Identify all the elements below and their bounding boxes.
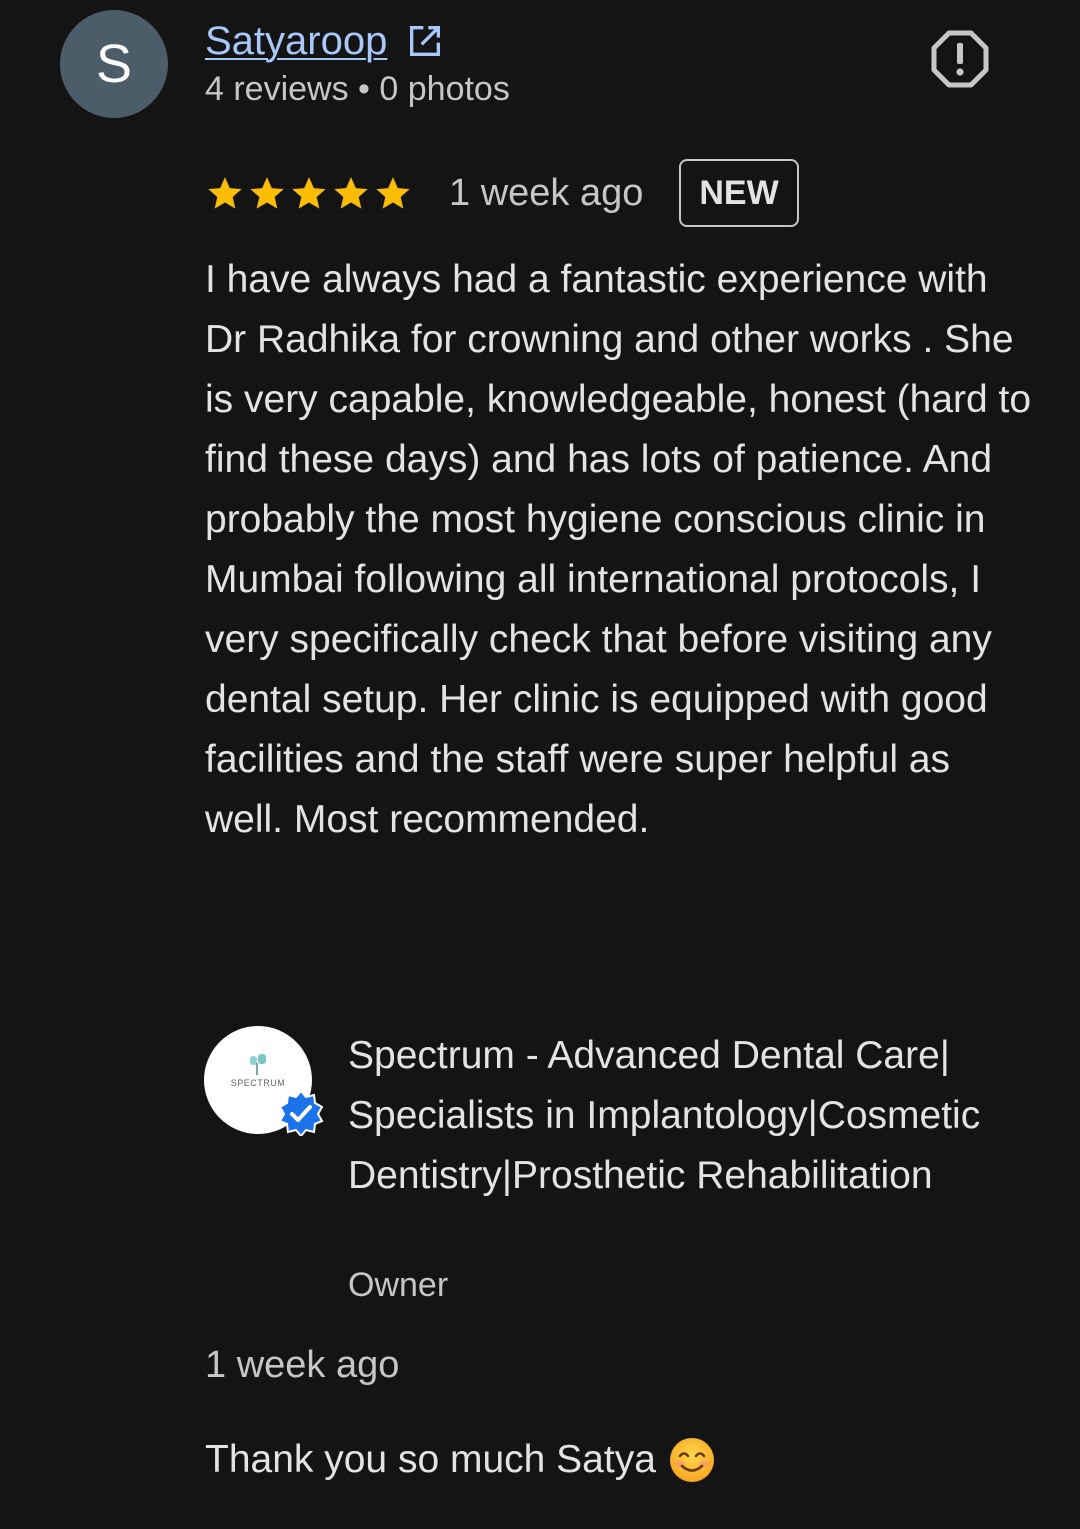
reply-date: 1 week ago [205,1344,400,1386]
reply-text-row: Thank you so much Satya [205,1436,716,1484]
star-icon [334,177,368,209]
reviewer-name-link[interactable]: Satyaroop [205,19,387,64]
star-icon [208,177,242,209]
new-badge: NEW [679,159,799,227]
star-icon [292,177,326,209]
owner-role: Owner [348,1266,449,1304]
logo-tree-icon [250,1054,266,1075]
star-icon [376,177,410,209]
review-text: I have always had a fantastic experience… [205,258,1032,841]
star-icon [250,177,284,209]
reviewer-meta: 4 reviews • 0 photos [205,70,510,108]
avatar-initial: S [95,34,133,94]
owner-business-name: Spectrum - Advanced Dental Care| Special… [348,1034,981,1197]
external-link-icon[interactable] [405,21,445,61]
owner-logo-text: SPECTRUM [230,1078,286,1088]
report-flag-icon[interactable] [930,29,990,89]
reply-text: Thank you so much Satya [205,1438,656,1481]
star-rating [205,173,413,213]
review-date: 1 week ago [449,171,644,214]
rating-row: 1 week ago NEW [205,156,799,230]
smiling-face-emoji-icon [669,1438,714,1482]
reviewer-name-row: Satyaroop [205,14,445,68]
reviewer-avatar[interactable]: S [60,10,168,118]
verified-badge-icon [278,1090,324,1136]
